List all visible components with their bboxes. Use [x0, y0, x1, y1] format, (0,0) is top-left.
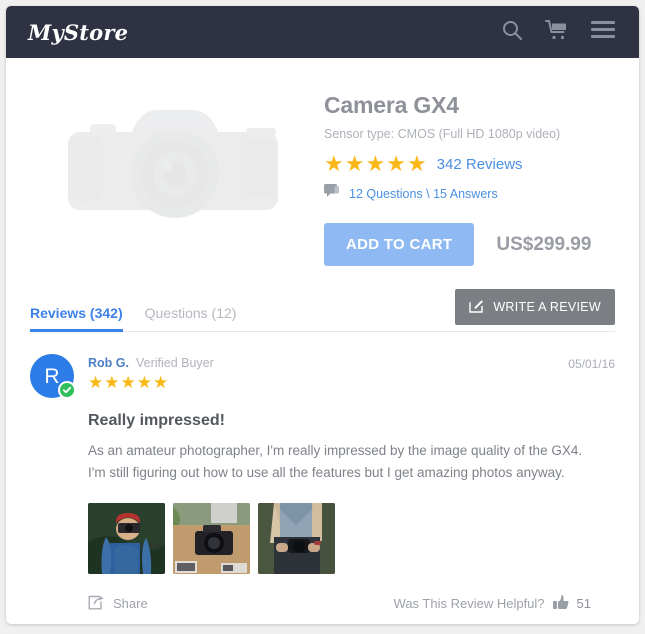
- cart-icon[interactable]: [545, 19, 569, 46]
- thumbs-up-icon[interactable]: [552, 594, 569, 613]
- star-icon: ★: [344, 151, 365, 176]
- product-image: [30, 84, 320, 249]
- verified-buyer-label: Verified Buyer: [135, 356, 214, 370]
- star-icon: ★: [386, 151, 406, 176]
- reviewer-name-line: Rob G. Verified Buyer: [88, 356, 214, 370]
- product-title: Camera GX4: [324, 92, 459, 118]
- review-photo[interactable]: [258, 502, 335, 574]
- review-body: As an amateur photographer, I'm really i…: [88, 443, 583, 481]
- purchase-row: ADD TO CART US$299.99: [324, 223, 615, 266]
- product-star-rating: ★ ★ ★ ★ ★: [324, 153, 427, 175]
- star-icon: ★: [153, 373, 169, 392]
- product-section: Camera GX4 Sensor type: CMOS (Full HD 10…: [6, 58, 639, 282]
- share-label: Share: [113, 596, 148, 612]
- tabs-bar: Reviews (342) Questions (12) WRITE A REV…: [30, 289, 615, 332]
- reviewer-meta: Rob G. Verified Buyer ★ ★ ★ ★ ★: [88, 354, 214, 398]
- product-price: US$299.99: [496, 233, 592, 255]
- star-icon: ★: [104, 373, 120, 392]
- review-photo[interactable]: [88, 502, 165, 574]
- header-icon-group: [501, 19, 615, 46]
- product-info: Camera GX4 Sensor type: CMOS (Full HD 10…: [320, 84, 615, 266]
- store-card: MyStore Camera GX4 Sensor type: CMOS (Fu…: [6, 6, 639, 624]
- search-icon[interactable]: [501, 19, 523, 46]
- verified-check-icon: [58, 381, 76, 399]
- review-footer: Share Was This Review Helpful? 51: [88, 594, 591, 613]
- helpful-count: 51: [576, 596, 591, 612]
- page-root: MyStore Camera GX4 Sensor type: CMOS (Fu…: [0, 0, 645, 634]
- star-icon: ★: [120, 373, 136, 392]
- questions-answers-row: 12 Questions \ 15 Answers: [324, 184, 615, 203]
- site-logo[interactable]: MyStore: [28, 20, 128, 45]
- review-date: 05/01/16: [568, 357, 615, 371]
- write-a-review-label: WRITE A REVIEW: [493, 300, 601, 314]
- review-title: Really impressed!: [88, 412, 225, 429]
- product-subtitle: Sensor type: CMOS (Full HD 1080p video): [324, 127, 561, 141]
- rating-row: ★ ★ ★ ★ ★ 342 Reviews: [324, 153, 615, 175]
- helpful-question: Was This Review Helpful?: [393, 596, 545, 612]
- review-header: R Rob G. Verified Buyer ★ ★ ★ ★ ★ 05/01/…: [30, 354, 615, 399]
- share-icon: [88, 595, 104, 613]
- questions-answers-link[interactable]: 12 Questions \ 15 Answers: [349, 187, 498, 201]
- review-photo-list: [88, 502, 615, 574]
- menu-icon[interactable]: [591, 20, 615, 44]
- avatar: R: [30, 354, 76, 399]
- review-photo[interactable]: [173, 502, 250, 574]
- reviewer-name[interactable]: Rob G.: [88, 356, 129, 370]
- tab-reviews[interactable]: Reviews (342): [30, 305, 123, 332]
- reviews-count-link[interactable]: 342 Reviews: [437, 156, 523, 173]
- star-icon: ★: [406, 151, 427, 176]
- review-star-rating: ★ ★ ★ ★ ★: [88, 374, 214, 391]
- tab-questions[interactable]: Questions (12): [145, 305, 237, 331]
- review-item: R Rob G. Verified Buyer ★ ★ ★ ★ ★ 05/01/…: [6, 332, 639, 613]
- edit-pencil-icon: [469, 298, 484, 316]
- star-icon: ★: [88, 373, 104, 392]
- tab-list: Reviews (342) Questions (12): [30, 305, 237, 332]
- reviewer-block: R Rob G. Verified Buyer ★ ★ ★ ★ ★: [30, 354, 214, 399]
- add-to-cart-button[interactable]: ADD TO CART: [324, 223, 475, 266]
- share-button[interactable]: Share: [88, 595, 148, 613]
- star-icon: ★: [136, 373, 152, 392]
- star-icon: ★: [365, 151, 386, 176]
- chat-bubble-icon: [324, 184, 341, 203]
- write-a-review-button[interactable]: WRITE A REVIEW: [455, 289, 615, 325]
- site-header: MyStore: [6, 6, 639, 58]
- star-icon: ★: [324, 151, 344, 176]
- helpful-block: Was This Review Helpful? 51: [393, 594, 591, 613]
